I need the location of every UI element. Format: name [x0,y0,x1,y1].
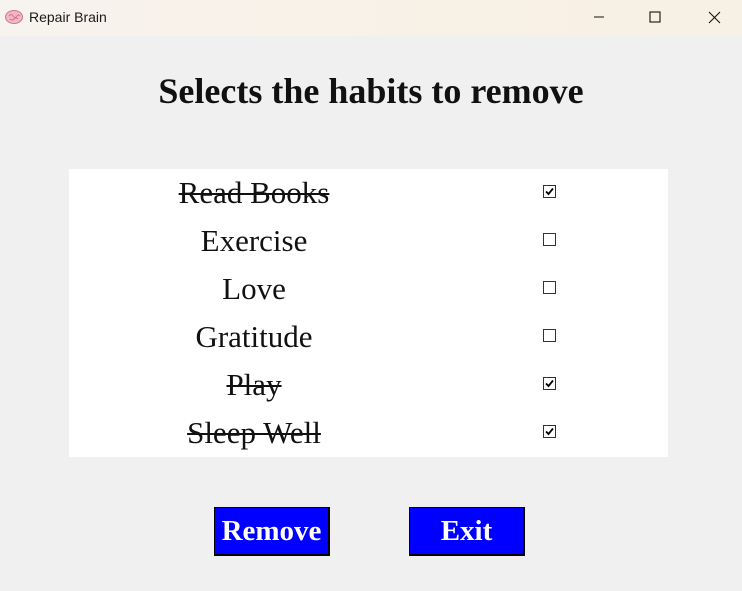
maximize-icon [649,11,661,23]
habit-label: Love [222,271,286,306]
habit-row: Play [69,361,668,409]
habit-label: Sleep Well [187,415,321,450]
minimize-icon [594,16,604,18]
page-heading: Selects the habits to remove [158,71,584,111]
habit-label: Exercise [200,223,308,258]
habit-checkbox[interactable] [543,329,556,342]
checkmark-icon [545,187,554,196]
habit-row: Sleep Well [69,409,668,457]
close-icon [708,11,720,23]
habit-label: Play [226,367,282,402]
habit-row: Gratitude [69,313,668,361]
habit-checkbox[interactable] [543,233,556,246]
checkmark-icon [545,427,554,436]
minimize-button[interactable] [571,0,627,34]
remove-button[interactable]: Remove [214,507,330,556]
checkmark-icon [545,379,554,388]
habit-checkbox[interactable] [543,377,556,390]
habit-label: Gratitude [195,319,313,354]
habit-row: Read Books [69,169,668,217]
habit-checkbox[interactable] [543,281,556,294]
exit-button[interactable]: Exit [409,507,525,556]
habit-checkbox[interactable] [543,425,556,438]
habit-row: Love [69,265,668,313]
brain-icon [4,7,24,27]
title-bar: Repair Brain [0,0,742,36]
habit-list: Read Books Exercise Love Gratitude Play … [69,169,668,457]
maximize-button[interactable] [627,0,683,34]
habit-checkbox[interactable] [543,185,556,198]
window-title: Repair Brain [29,9,107,25]
habit-label: Read Books [178,175,330,210]
close-button[interactable] [686,0,742,34]
habit-row: Exercise [69,217,668,265]
